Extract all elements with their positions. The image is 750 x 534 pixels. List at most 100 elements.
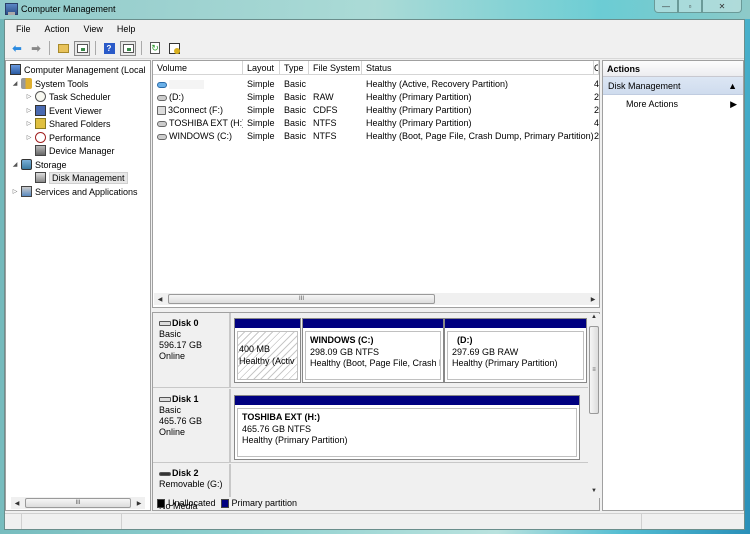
back-button[interactable]: ⬅ — [9, 41, 25, 56]
disk-kind: Basic — [159, 405, 182, 415]
fs-cell: NTFS — [313, 131, 337, 141]
volume-cell: (D:) — [153, 91, 243, 104]
column-capacity[interactable]: C — [594, 61, 599, 74]
hard-disk-icon — [159, 397, 171, 402]
scroll-right-icon[interactable]: ▶ — [133, 500, 145, 507]
expand-icon[interactable]: ▷ — [11, 188, 19, 195]
actions-pane: Actions Disk Management ▲ More Actions ▶ — [602, 60, 744, 511]
toolbar-separator — [95, 41, 96, 55]
menu-view[interactable]: View — [77, 24, 110, 34]
expand-icon[interactable]: ▷ — [25, 120, 33, 127]
submenu-arrow-icon: ▶ — [730, 99, 737, 109]
maximize-button[interactable]: ▫ — [678, 0, 702, 13]
forward-icon: ➡ — [31, 42, 41, 55]
volume-row[interactable]: Simple Basic Healthy (Active, Recovery P… — [153, 78, 599, 91]
tree-item-storage[interactable]: ◢ Storage — [11, 158, 67, 171]
minimize-button[interactable]: — — [654, 0, 678, 13]
tree-item-event-viewer[interactable]: ▷ Event Viewer — [25, 104, 102, 117]
properties-button[interactable] — [166, 41, 182, 56]
collapse-up-icon[interactable]: ▲ — [728, 77, 737, 94]
forward-button[interactable]: ➡ — [28, 41, 44, 56]
expand-icon[interactable]: ▷ — [25, 93, 33, 100]
scroll-thumb[interactable]: ≡ — [589, 326, 599, 414]
computer-icon — [10, 64, 21, 75]
collapse-icon[interactable]: ◢ — [11, 80, 19, 87]
volume-row[interactable]: (D:) Simple Basic RAW Healthy (Primary P… — [153, 91, 599, 104]
status-cell: Healthy (Primary Partition) — [366, 118, 472, 128]
tree-root[interactable]: Computer Management (Local — [8, 63, 146, 76]
partition-size: 400 MB — [239, 344, 271, 354]
partition-toshiba-ext-h[interactable]: TOSHIBA EXT (H:) 465.76 GB NTFS Healthy … — [234, 395, 580, 460]
expand-icon[interactable]: ▷ — [25, 134, 33, 141]
scroll-down-icon[interactable]: ▼ — [591, 488, 597, 498]
partition-size: 465.76 GB NTFS — [242, 423, 312, 434]
volume-icon — [157, 120, 167, 127]
help-button[interactable]: ? — [101, 41, 117, 56]
legend: Unallocated Primary partition — [157, 498, 297, 508]
partition-recovery[interactable]: 400 MB Healthy (Activ — [234, 318, 301, 383]
column-volume[interactable]: Volume — [153, 61, 243, 74]
window-title: Computer Management — [21, 4, 116, 14]
volume-row[interactable]: 3Connect (F:) Simple Basic CDFS Healthy … — [153, 104, 599, 117]
partition-body: TOSHIBA EXT (H:) 465.76 GB NTFS Healthy … — [237, 408, 577, 457]
expand-icon[interactable]: ▷ — [25, 107, 33, 114]
title-bar[interactable]: Computer Management — ▫ ✕ — [0, 0, 750, 19]
partition-d[interactable]: (D:) 297.69 GB RAW Healthy (Primary Part… — [444, 318, 587, 383]
tree-item-shared-folders[interactable]: ▷ Shared Folders — [25, 117, 111, 130]
actions-section-label: Disk Management — [608, 81, 681, 91]
primary-partition-bar — [303, 319, 443, 328]
partition-body: WINDOWS (C:) 298.09 GB NTFS Healthy (Boo… — [305, 331, 441, 380]
disk-view-vertical-scrollbar[interactable]: ▲ ≡ ▼ — [588, 314, 600, 498]
column-layout[interactable]: Layout — [243, 61, 280, 74]
partition-windows-c[interactable]: WINDOWS (C:) 298.09 GB NTFS Healthy (Boo… — [302, 318, 444, 383]
tree-item-device-manager[interactable]: Device Manager — [33, 144, 115, 157]
tree-item-system-tools[interactable]: ◢ System Tools — [11, 77, 88, 90]
caption-buttons: — ▫ ✕ — [654, 0, 742, 14]
status-cell: Healthy (Primary Partition) — [366, 92, 472, 102]
tree-item-disk-management[interactable]: Disk Management — [33, 171, 128, 184]
disk-1-label[interactable]: Disk 1 Basic 465.76 GB Online — [153, 389, 231, 462]
volume-row[interactable]: TOSHIBA EXT (H:) Simple Basic NTFS Healt… — [153, 117, 599, 130]
menu-action[interactable]: Action — [38, 24, 77, 34]
tree-item-task-scheduler[interactable]: ▷ Task Scheduler — [25, 90, 111, 103]
scroll-left-icon[interactable]: ◀ — [11, 500, 23, 507]
disk-2-label[interactable]: Disk 2 Removable (G:) No Media — [153, 464, 231, 511]
close-button[interactable]: ✕ — [702, 0, 742, 13]
volume-list-horizontal-scrollbar[interactable]: ◀ III ▶ — [154, 293, 599, 305]
disk-kind: Basic — [159, 329, 182, 339]
action-more-actions[interactable]: More Actions ▶ — [603, 95, 743, 113]
tree-horizontal-scrollbar[interactable]: ◀ III ▶ — [11, 497, 145, 509]
capacity-cell: 2 — [594, 105, 599, 115]
volume-cell: TOSHIBA EXT (H:) — [153, 117, 243, 130]
column-file-system[interactable]: File System — [309, 61, 362, 74]
scroll-left-icon[interactable]: ◀ — [154, 296, 166, 303]
menu-file[interactable]: File — [9, 24, 38, 34]
menu-help[interactable]: Help — [110, 24, 143, 34]
show-hide-console-tree-button[interactable] — [74, 40, 90, 56]
volume-row[interactable]: WINDOWS (C:) Simple Basic NTFS Healthy (… — [153, 130, 599, 143]
partition-status: Healthy (Boot, Page File, Crash D — [310, 358, 441, 368]
column-status[interactable]: Status — [362, 61, 594, 74]
scroll-right-icon[interactable]: ▶ — [587, 296, 599, 303]
disk-name: Disk 1 — [172, 394, 199, 404]
show-hide-action-pane-button[interactable] — [120, 40, 136, 56]
refresh-button[interactable]: ↻ — [147, 41, 163, 56]
scroll-track[interactable]: III — [166, 294, 587, 304]
up-one-level-button[interactable] — [55, 41, 71, 56]
disk-0-label[interactable]: Disk 0 Basic 596.17 GB Online — [153, 313, 231, 387]
scroll-track[interactable]: ≡ — [589, 324, 599, 488]
actions-header: Actions — [603, 61, 743, 77]
scroll-thumb[interactable]: III — [25, 498, 131, 508]
partition-body: (D:) 297.69 GB RAW Healthy (Primary Part… — [447, 331, 584, 380]
scroll-up-icon[interactable]: ▲ — [591, 314, 597, 324]
primary-partition-bar — [445, 319, 586, 328]
scroll-thumb[interactable]: III — [168, 294, 435, 304]
column-type[interactable]: Type — [280, 61, 309, 74]
tree-item-performance[interactable]: ▷ Performance — [25, 131, 101, 144]
actions-section-disk-management[interactable]: Disk Management ▲ — [603, 77, 743, 95]
tree-label: Disk Management — [49, 171, 128, 184]
collapse-icon[interactable]: ◢ — [11, 161, 19, 168]
hard-disk-icon — [159, 321, 171, 326]
tree-item-services-and-applications[interactable]: ▷ Services and Applications — [11, 185, 138, 198]
scroll-track[interactable]: III — [23, 498, 133, 508]
